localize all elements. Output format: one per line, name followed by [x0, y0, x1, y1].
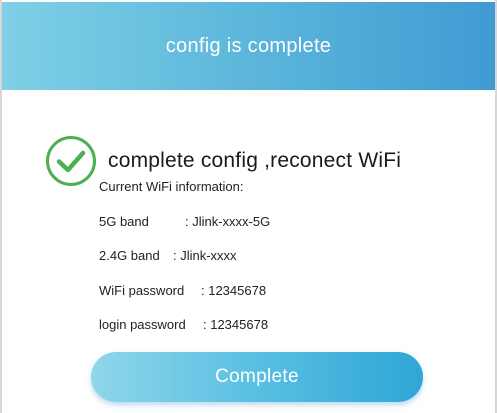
wifi-password-value: : 12345678	[201, 282, 267, 298]
band-5g-value: : Jlink-xxxx-5G	[185, 213, 271, 229]
header-bar: config is complete	[2, 2, 495, 90]
info-row-24g: 2.4G band : Jlink-xxxx	[99, 239, 270, 274]
wifi-info-heading: Current WiFi information:	[99, 179, 244, 194]
config-complete-screen: config is complete complete config ,reco…	[0, 0, 497, 413]
info-row-wifi-password: WiFi password : 12345678	[99, 274, 270, 309]
check-circle-icon	[46, 136, 96, 186]
band-24g-value: : Jlink-xxxx	[173, 248, 237, 263]
info-row-login-password: login password : 12345678	[99, 308, 270, 343]
wifi-password-label: WiFi password	[99, 282, 185, 298]
page-title: config is complete	[165, 34, 332, 57]
info-row-5g: 5G band : Jlink-xxxx-5G	[99, 205, 270, 240]
wifi-info-panel: Current WiFi information: 5G band : Jlink…	[99, 170, 270, 343]
login-password-value: : 12345678	[203, 317, 269, 332]
band-24g-label: 2.4G band	[99, 248, 160, 263]
login-password-label: login password	[99, 317, 186, 332]
band-5g-label: 5G band	[99, 213, 149, 229]
complete-button[interactable]: Complete	[91, 352, 423, 402]
complete-button-label: Complete	[215, 366, 299, 387]
